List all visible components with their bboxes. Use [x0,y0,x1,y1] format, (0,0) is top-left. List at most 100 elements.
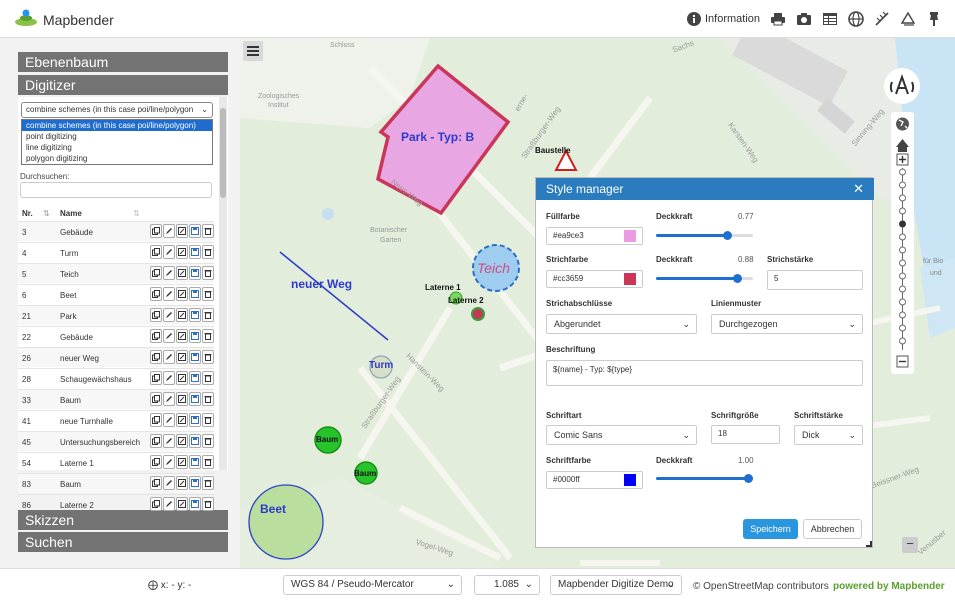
copy-icon[interactable] [150,329,162,343]
print-button[interactable] [767,10,789,28]
column-header-name[interactable]: Name [60,209,82,218]
globe-icon[interactable] [896,117,909,131]
globe-button[interactable] [845,10,867,28]
table-row[interactable]: 86 Laterne 2 [18,494,214,514]
overview-toggle-button[interactable]: − [902,537,918,553]
delete-icon[interactable] [202,455,214,469]
copy-icon[interactable] [150,350,162,364]
delete-icon[interactable] [202,329,214,343]
delete-icon[interactable] [202,371,214,385]
edit-icon[interactable] [163,245,175,259]
measure-area-button[interactable] [897,10,919,28]
camera-button[interactable] [793,10,815,28]
font-size-input[interactable]: 18 [711,425,780,444]
edit-icon[interactable] [163,329,175,343]
label-template-input[interactable]: ${name} - Typ: ${type} [546,360,863,386]
schema-option[interactable]: polygon digitizing [22,153,212,164]
schema-select[interactable]: combine schemes (in this case poi/line/p… [21,102,213,118]
copy-icon[interactable] [150,455,162,469]
copy-icon[interactable] [150,476,162,490]
resize-handle-icon[interactable] [866,541,872,547]
search-input[interactable] [20,182,212,198]
fill-color-swatch[interactable] [624,230,636,242]
edit-style-icon[interactable] [176,329,188,343]
copy-icon[interactable] [150,497,162,511]
laterne-2-marker[interactable] [471,307,485,321]
sidebar-scrollbar-thumb[interactable] [220,108,226,198]
sort-icon[interactable]: ⇅ [133,209,140,218]
save-icon[interactable] [189,497,201,511]
copy-icon[interactable] [150,434,162,448]
copy-icon[interactable] [150,245,162,259]
delete-icon[interactable] [202,245,214,259]
delete-icon[interactable] [202,350,214,364]
save-icon[interactable] [189,434,201,448]
table-button[interactable] [819,10,841,28]
edit-style-icon[interactable] [176,455,188,469]
save-icon[interactable] [189,392,201,406]
attribution[interactable]: © OpenStreetMap contributors [693,581,829,592]
mapbender-logo-icon[interactable] [14,8,38,31]
delete-icon[interactable] [202,392,214,406]
save-icon[interactable] [189,350,201,364]
edit-style-icon[interactable] [176,266,188,280]
edit-style-icon[interactable] [176,287,188,301]
edit-icon[interactable] [163,392,175,406]
table-row[interactable]: 3 Gebäude [18,221,214,241]
save-icon[interactable] [189,266,201,280]
table-row[interactable]: 28 Schaugewächshaus [18,368,214,388]
font-select[interactable]: Comic Sans ⌄ [546,425,697,445]
table-row[interactable]: 6 Beet [18,284,214,304]
table-row[interactable]: 21 Park [18,305,214,325]
copy-icon[interactable] [150,392,162,406]
map-rotate-control[interactable] [884,68,920,104]
accordion-layertree[interactable]: Ebenenbaum [18,52,228,72]
edit-icon[interactable] [163,224,175,238]
delete-icon[interactable] [202,476,214,490]
copy-icon[interactable] [150,413,162,427]
save-icon[interactable] [189,224,201,238]
table-row[interactable]: 22 Gebäude [18,326,214,346]
edit-style-icon[interactable] [176,476,188,490]
close-icon[interactable]: ✕ [853,178,864,200]
font-opacity-knob[interactable] [744,474,753,483]
edit-style-icon[interactable] [176,308,188,322]
stroke-opacity-knob[interactable] [733,274,742,283]
edit-icon[interactable] [163,371,175,385]
zoom-slider-thumb[interactable] [899,220,906,228]
pin-button[interactable] [923,10,945,28]
edit-style-icon[interactable] [176,413,188,427]
delete-icon[interactable] [202,266,214,280]
edit-style-icon[interactable] [176,392,188,406]
delete-icon[interactable] [202,308,214,322]
copy-icon[interactable] [150,371,162,385]
edit-style-icon[interactable] [176,245,188,259]
edit-icon[interactable] [163,413,175,427]
save-icon[interactable] [189,476,201,490]
accordion-digitizer[interactable]: Digitizer [18,75,228,95]
dash-select[interactable]: Durchgezogen ⌄ [711,314,863,334]
map-menu-button[interactable] [243,41,263,61]
delete-icon[interactable] [202,287,214,301]
accordion-search[interactable]: Suchen [18,532,228,552]
save-icon[interactable] [189,287,201,301]
font-color-swatch[interactable] [624,474,636,486]
font-weight-select[interactable]: Dick ⌄ [794,425,863,445]
delete-icon[interactable] [202,413,214,427]
zoom-in-button[interactable] [896,153,909,166]
edit-icon[interactable] [163,266,175,280]
fill-opacity-knob[interactable] [723,231,732,240]
delete-icon[interactable] [202,434,214,448]
measure-line-button[interactable] [871,10,893,28]
table-row[interactable]: 33 Baum [18,389,214,409]
table-row[interactable]: 45 Untersuchungsbereich [18,431,214,451]
table-row[interactable]: 41 neue Turnhalle [18,410,214,430]
linecap-select[interactable]: Abgerundet ⌄ [546,314,697,334]
stroke-width-input[interactable]: 5 [767,270,863,290]
schema-option[interactable]: point digitizing [22,131,212,142]
edit-icon[interactable] [163,434,175,448]
table-row[interactable]: 54 Laterne 1 [18,452,214,472]
delete-icon[interactable] [202,224,214,238]
edit-style-icon[interactable] [176,434,188,448]
srs-select[interactable]: WGS 84 / Pseudo-Mercator ⌄ [283,575,462,595]
